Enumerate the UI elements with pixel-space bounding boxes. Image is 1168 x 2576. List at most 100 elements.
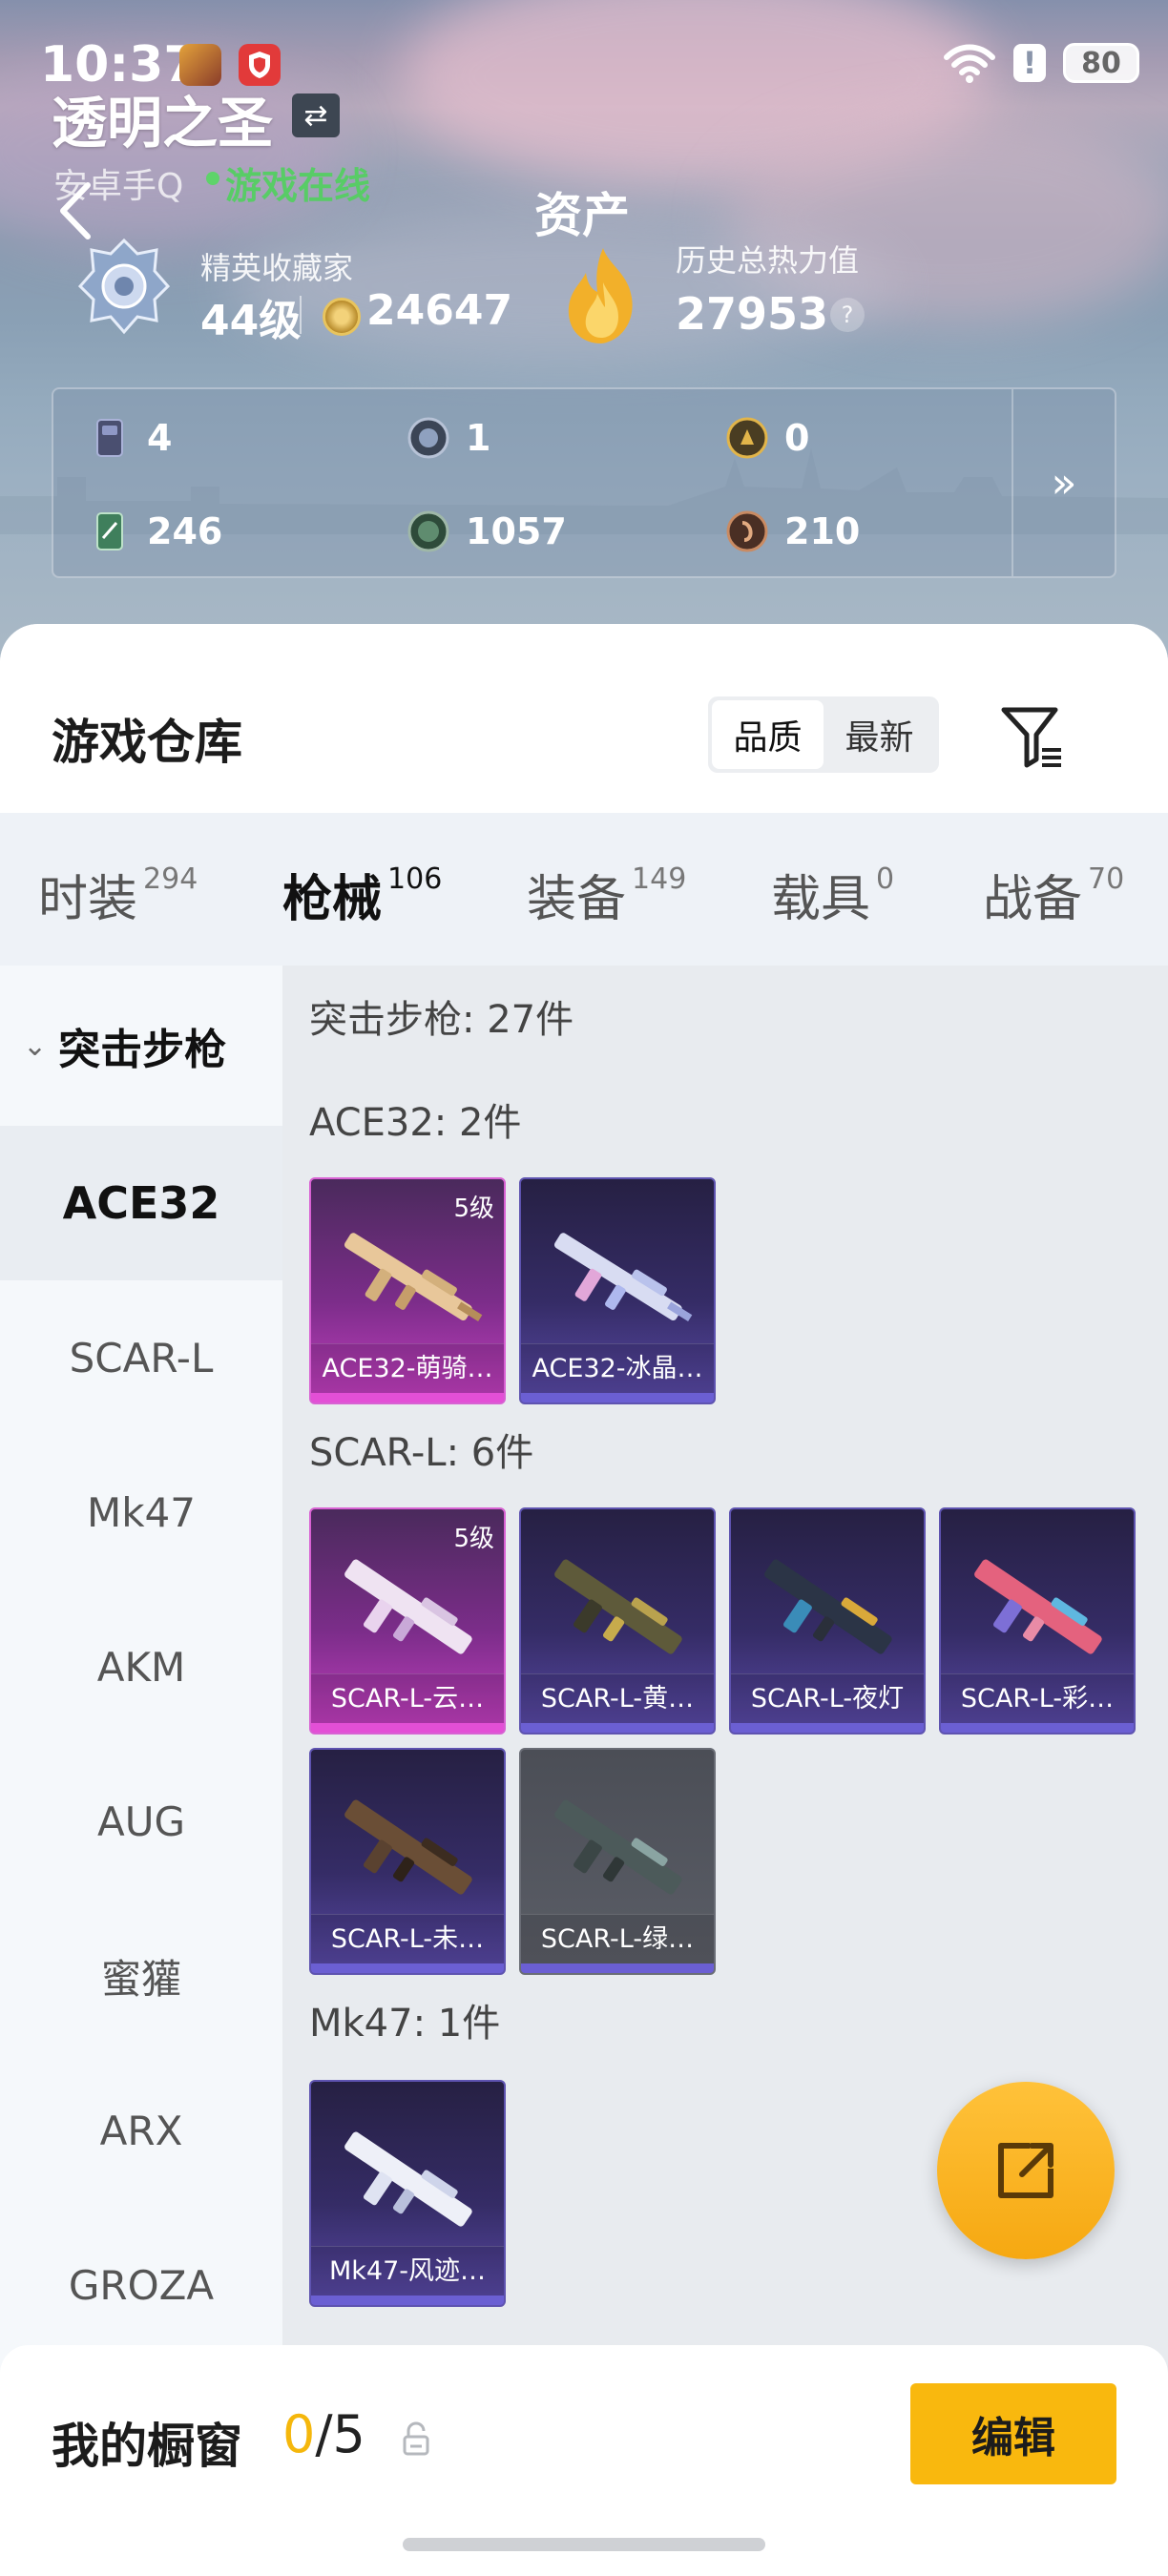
category-summary: 突击步枪: 27件 [309,998,574,1042]
resource-gold[interactable]: 0 [725,416,809,460]
skin-card[interactable]: ACE32-冰晶… [519,1177,716,1404]
resources-more-button[interactable]: » [1012,389,1115,576]
online-status: 游戏在线 [225,165,371,207]
sidebar-item-groza[interactable]: GROZA [0,2208,282,2362]
sidebar-item-akm[interactable]: AKM [0,1589,282,1744]
showcase-count: 0/5 [282,2404,365,2464]
battery-icon: 80 [1063,43,1139,83]
resource-value: 4 [147,417,173,459]
switch-account-icon[interactable]: ⇄ [292,93,340,137]
resource-orb[interactable]: 1057 [407,509,567,553]
warehouse-title: 游戏仓库 [52,715,242,770]
showcase-title: 我的橱窗 [52,2419,242,2474]
rarity-bar [521,1963,714,1973]
resource-value: 0 [784,417,810,459]
tab-label: 时装 [38,871,138,928]
back-arrow-icon[interactable] [52,177,99,244]
resource-panel: 4 1 0 246 1057 210 » [52,387,1116,578]
rarity-bar [941,1723,1134,1733]
weapon-list: 突击步枪: 27件 ACE32: 2件 5级 ACE32-萌骑… ACE32-冰… [282,966,1168,2576]
tab-guns[interactable]: 枪械 106 [282,859,442,930]
rifle-icon [344,1233,483,1322]
resource-value: 1 [466,417,491,459]
skin-name: SCAR-L-绿… [521,1914,714,1963]
tab-vehicles[interactable]: 载具 0 [771,859,894,930]
help-icon[interactable]: ? [830,298,865,332]
chevron-down-icon: ⌄ [23,1028,48,1063]
green-orb-icon [407,510,449,552]
skin-name: SCAR-L-彩… [941,1673,1134,1723]
skin-card[interactable]: SCAR-L-绿… [519,1748,716,1975]
skin-card[interactable]: SCAR-L-彩… [939,1507,1136,1735]
resource-ticket[interactable]: 246 [88,509,222,553]
home-indicator[interactable] [403,2538,765,2551]
weapon-type-sidebar: ⌄ 突击步枪 ACE32 SCAR-L Mk47 AKM AUG 蜜獾 ARX … [0,966,282,2576]
rarity-bar [521,1393,714,1402]
sort-newest-button[interactable]: 最新 [824,700,935,769]
sidebar-category-label: 突击步枪 [58,1026,227,1074]
category-tabs: 时装 294 枪械 106 装备 149 载具 0 战备 70 [0,813,1168,966]
skin-card[interactable]: 5级 ACE32-萌骑… [309,1177,506,1404]
tab-supplies[interactable]: 战备 70 [983,859,1124,930]
resource-silver[interactable]: 1 [407,416,490,460]
collector-badge-icon [77,238,171,335]
rifle-icon [554,1799,682,1895]
skin-card[interactable]: Mk47-风迹… [309,2080,506,2307]
resource-value: 1057 [466,510,567,552]
skin-card[interactable]: SCAR-L-夜灯 [729,1507,926,1735]
rifle-icon [344,2131,472,2227]
username: 透明之圣 [52,91,274,156]
skin-card[interactable]: SCAR-L-黄… [519,1507,716,1735]
sidebar-item-scar-l[interactable]: SCAR-L [0,1280,282,1435]
ticket-icon [96,512,123,551]
edit-button[interactable]: 编辑 [910,2383,1116,2484]
sort-quality-button[interactable]: 品质 [712,700,824,769]
tab-label: 载具 [771,871,871,928]
rarity-bar [731,1723,924,1733]
resource-value: 246 [147,510,223,552]
tab-fashion[interactable]: 时装 294 [38,859,198,930]
warehouse-header: 游戏仓库 品质 最新 [0,624,1168,813]
group-title: Mk47: 1件 [309,2002,501,2046]
group-title: SCAR-L: 6件 [309,1431,534,1475]
heat-value: 27953 [676,288,829,340]
page-title: 资产 [534,188,630,243]
sidebar-item-arx[interactable]: ARX [0,2053,282,2208]
resource-card[interactable]: 4 [88,416,172,460]
filter-icon[interactable] [998,702,1067,771]
sidebar-item-mk47[interactable]: Mk47 [0,1435,282,1589]
skin-name: SCAR-L-云… [311,1673,504,1723]
sidebar-category-assault-rifle[interactable]: ⌄ 突击步枪 [0,966,282,1126]
heat-title: 历史总热力值 [676,242,860,279]
tab-label: 装备 [527,871,627,928]
collector-title: 精英收藏家 [200,250,354,286]
share-fab-button[interactable] [937,2082,1115,2259]
rifle-icon [974,1559,1102,1654]
rarity-bar [311,1393,504,1402]
group-title: ACE32: 2件 [309,1101,522,1145]
sidebar-item-aug[interactable]: AUG [0,1744,282,1899]
showcase-bar: 我的橱窗 0/5 编辑 [0,2345,1168,2576]
rarity-bar [311,1963,504,1973]
sort-toggle: 品质 最新 [708,696,939,773]
bronze-coin-icon [726,510,768,552]
resource-bronze[interactable]: 210 [725,509,860,553]
tab-equipment[interactable]: 装备 149 [527,859,686,930]
skin-name: ACE32-冰晶… [521,1343,714,1393]
collector-level: 44级 [200,297,302,345]
rifle-icon [344,1559,472,1654]
skin-card[interactable]: 5级 SCAR-L-云… [309,1507,506,1735]
rifle-icon [764,1559,892,1654]
online-dot-icon [206,172,219,185]
tab-count: 149 [632,862,687,896]
collector-coin-icon [323,298,361,336]
sidebar-item-honey-badger[interactable]: 蜜獾 [0,1899,282,2053]
tab-count: 294 [143,862,198,896]
gold-coin-icon [726,417,768,459]
external-link-icon [998,2143,1053,2198]
status-indicators: ! 80 [943,42,1139,84]
skin-card[interactable]: SCAR-L-未… [309,1748,506,1975]
sidebar-item-ace32[interactable]: ACE32 [0,1126,282,1280]
silver-coin-icon [407,417,449,459]
rarity-bar [311,2296,504,2305]
